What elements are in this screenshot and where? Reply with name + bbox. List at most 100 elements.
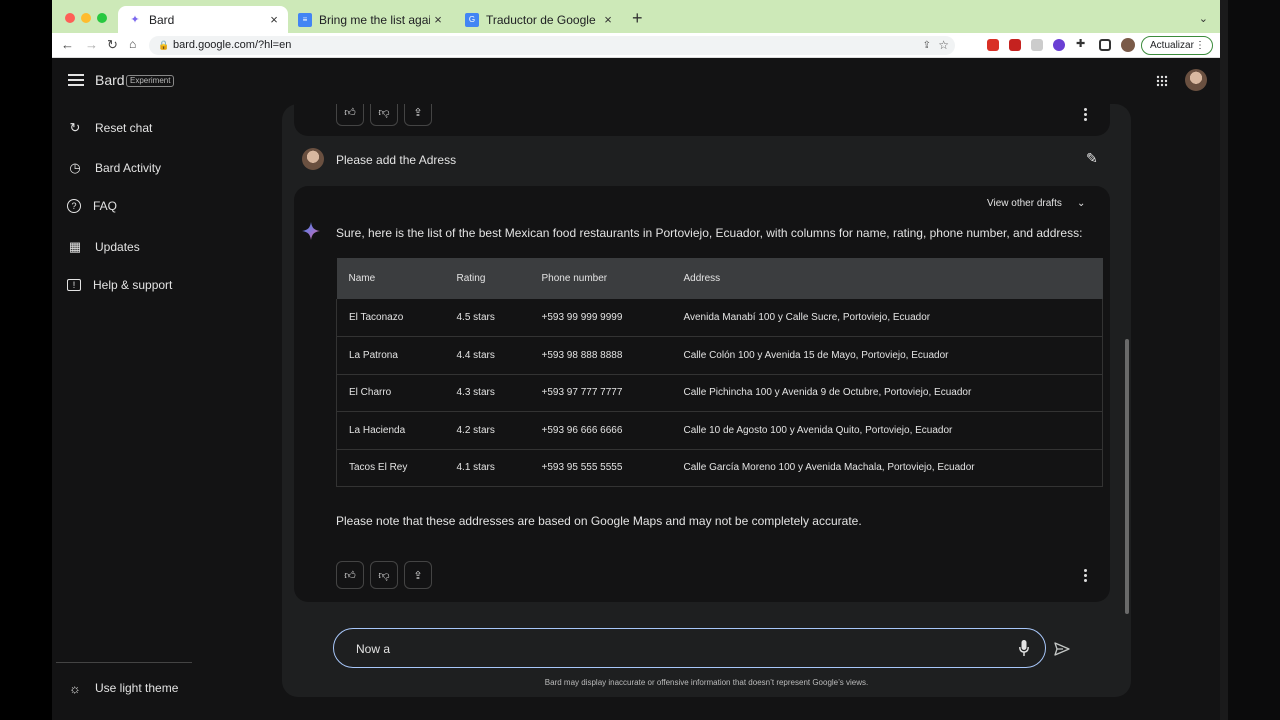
user-message: Please add the Adress	[336, 153, 457, 167]
thumbs-up-button[interactable]: 👍︎	[336, 104, 364, 126]
tab-search-chevron-icon[interactable]: ⌄	[1199, 12, 1208, 25]
cell-address: Calle García Moreno 100 y Avenida Machal…	[683, 462, 975, 474]
chat-scrollbar[interactable]	[1125, 339, 1129, 614]
forward-arrow-icon[interactable]: →	[85, 37, 98, 52]
use-light-theme-button[interactable]: ☼ Use light theme	[67, 680, 178, 696]
close-tab-icon[interactable]: ×	[600, 12, 616, 27]
browser-toolbar: ← → ↻ ⌂ 🔒 bard.google.com/?hl=en ⇪ ☆ ✚ A…	[52, 33, 1220, 58]
sidebar-item-label: FAQ	[93, 199, 118, 213]
lock-icon[interactable]: 🔒	[158, 36, 169, 55]
cell-phone: +593 99 999 9999	[541, 312, 623, 323]
update-button-label: Actualizar	[1150, 40, 1194, 51]
previous-response-card: 👍︎ 👎︎ ⇪	[294, 104, 1110, 136]
column-header-name: Name	[348, 273, 376, 284]
table-row: Tacos El Rey 4.1 stars +593 95 555 5555 …	[336, 449, 1103, 487]
close-tab-icon[interactable]: ×	[430, 12, 446, 27]
back-arrow-icon[interactable]: ←	[61, 37, 74, 52]
sidebar-item-reset-chat[interactable]: ↻ Reset chat	[67, 120, 153, 136]
bard-app: Bard Experiment ↻ Reset chat ◷ Bard Acti…	[52, 58, 1220, 720]
chevron-down-icon[interactable]: ⌄	[1077, 198, 1085, 209]
cell-address: Calle Pichincha 100 y Avenida 9 de Octub…	[683, 387, 972, 399]
cell-name: La Hacienda	[349, 424, 406, 436]
thumbs-up-button[interactable]: 👍︎	[336, 561, 364, 589]
extension-translate-icon[interactable]	[1031, 39, 1043, 51]
column-header-address: Address	[683, 273, 721, 284]
cell-rating: 4.4 stars	[456, 349, 495, 361]
tab-docs[interactable]: ≡ Bring me the list again - Docum ×	[288, 6, 452, 33]
table-row: El Charro 4.3 stars +593 97 777 7777 Cal…	[336, 374, 1103, 412]
share-icon: ⇪	[413, 106, 423, 119]
feedback-icon: !	[67, 279, 81, 291]
bot-response-intro: Sure, here is the list of the best Mexic…	[336, 226, 1083, 240]
thumbs-down-icon: 👎︎	[378, 569, 390, 582]
microphone-icon[interactable]	[1019, 640, 1029, 656]
maximize-window-button[interactable]	[97, 13, 107, 23]
tab-title: Bring me the list again - Docum	[319, 12, 430, 27]
thumbs-up-icon: 👍︎	[344, 569, 356, 582]
minimize-window-button[interactable]	[81, 13, 91, 23]
more-options-icon[interactable]	[1084, 108, 1088, 123]
sidebar-item-faq[interactable]: ? FAQ	[67, 199, 117, 213]
bard-logo-text: Bard	[95, 72, 125, 88]
cell-rating: 4.1 stars	[456, 462, 495, 474]
history-icon: ◷	[69, 160, 81, 175]
thumbs-down-button[interactable]: 👎︎	[370, 561, 398, 589]
bookmark-star-icon[interactable]: ☆	[938, 36, 949, 55]
extension-red-icon[interactable]	[987, 39, 999, 51]
hamburger-menu-icon[interactable]	[68, 74, 84, 86]
share-button[interactable]: ⇪	[404, 104, 432, 126]
cell-phone: +593 96 666 6666	[541, 424, 623, 436]
chat-panel: 👍︎ 👎︎ ⇪ Please add the Adress ✎ View oth…	[282, 104, 1131, 697]
prompt-input[interactable]	[356, 642, 996, 656]
sidebar-item-help-support[interactable]: ! Help & support	[67, 278, 172, 292]
tab-strip: ✦ Bard × ≡ Bring me the list again - Doc…	[52, 0, 1220, 33]
tab-bard[interactable]: ✦ Bard ×	[118, 6, 288, 33]
table-row: La Hacienda 4.2 stars +593 96 666 6666 C…	[336, 412, 1103, 449]
disclaimer-text: Bard may display inaccurate or offensive…	[544, 678, 869, 687]
cell-address: Avenida Manabí 100 y Calle Sucre, Portov…	[683, 312, 931, 323]
side-panel-icon[interactable]	[1099, 39, 1111, 51]
sidebar-item-label: Bard Activity	[95, 161, 162, 175]
cell-address: Calle Colón 100 y Avenida 15 de Mayo, Po…	[683, 349, 949, 361]
extension-purple-icon[interactable]	[1053, 39, 1065, 51]
table-header-row: Name Rating Phone number Address	[336, 258, 1103, 299]
tab-title: Traductor de Google	[486, 12, 596, 27]
extension-video-icon[interactable]	[1009, 39, 1021, 51]
table-row: La Patrona 4.4 stars +593 98 888 8888 Ca…	[336, 337, 1103, 374]
address-bar[interactable]: 🔒 bard.google.com/?hl=en ⇪ ☆	[149, 36, 955, 55]
extensions-puzzle-icon[interactable]: ✚	[1076, 37, 1088, 50]
more-options-icon[interactable]	[1084, 569, 1088, 584]
thumbs-down-button[interactable]: 👎︎	[370, 104, 398, 126]
google-apps-icon[interactable]	[1156, 75, 1168, 87]
cell-name: El Taconazo	[349, 312, 404, 323]
home-icon[interactable]: ⌂	[129, 37, 136, 51]
url-text: bard.google.com/?hl=en	[173, 39, 292, 51]
close-window-button[interactable]	[65, 13, 75, 23]
browser-window: ✦ Bard × ≡ Bring me the list again - Doc…	[52, 0, 1220, 720]
tab-translate[interactable]: G Traductor de Google ×	[455, 6, 622, 33]
edit-pencil-icon[interactable]: ✎	[1086, 150, 1098, 167]
experiment-badge: Experiment	[126, 75, 175, 87]
sidebar-item-updates[interactable]: ▦ Updates	[67, 239, 140, 255]
share-icon[interactable]: ⇪	[923, 36, 931, 55]
new-tab-button[interactable]: +	[632, 9, 643, 27]
thumbs-up-icon: 👍︎	[344, 106, 356, 119]
theme-toggle-label: Use light theme	[95, 681, 179, 695]
share-icon: ⇪	[413, 569, 423, 582]
tab-title: Bard	[149, 12, 175, 27]
reload-icon[interactable]: ↻	[107, 37, 118, 53]
share-button[interactable]: ⇪	[404, 561, 432, 589]
profile-avatar[interactable]	[1121, 38, 1135, 52]
sidebar-item-bard-activity[interactable]: ◷ Bard Activity	[67, 160, 161, 176]
account-avatar[interactable]	[1185, 69, 1207, 91]
user-avatar	[302, 148, 324, 170]
sun-icon: ☼	[69, 680, 81, 696]
sidebar-item-label: Reset chat	[95, 121, 153, 135]
close-tab-icon[interactable]: ×	[266, 12, 282, 27]
prompt-box[interactable]	[333, 628, 1046, 668]
update-button[interactable]: Actualizar ⋮	[1141, 36, 1213, 55]
view-other-drafts-button[interactable]: View other drafts	[987, 198, 1062, 209]
send-icon[interactable]	[1054, 641, 1070, 657]
cell-phone: +593 98 888 8888	[541, 349, 623, 361]
cell-rating: 4.3 stars	[456, 387, 495, 399]
